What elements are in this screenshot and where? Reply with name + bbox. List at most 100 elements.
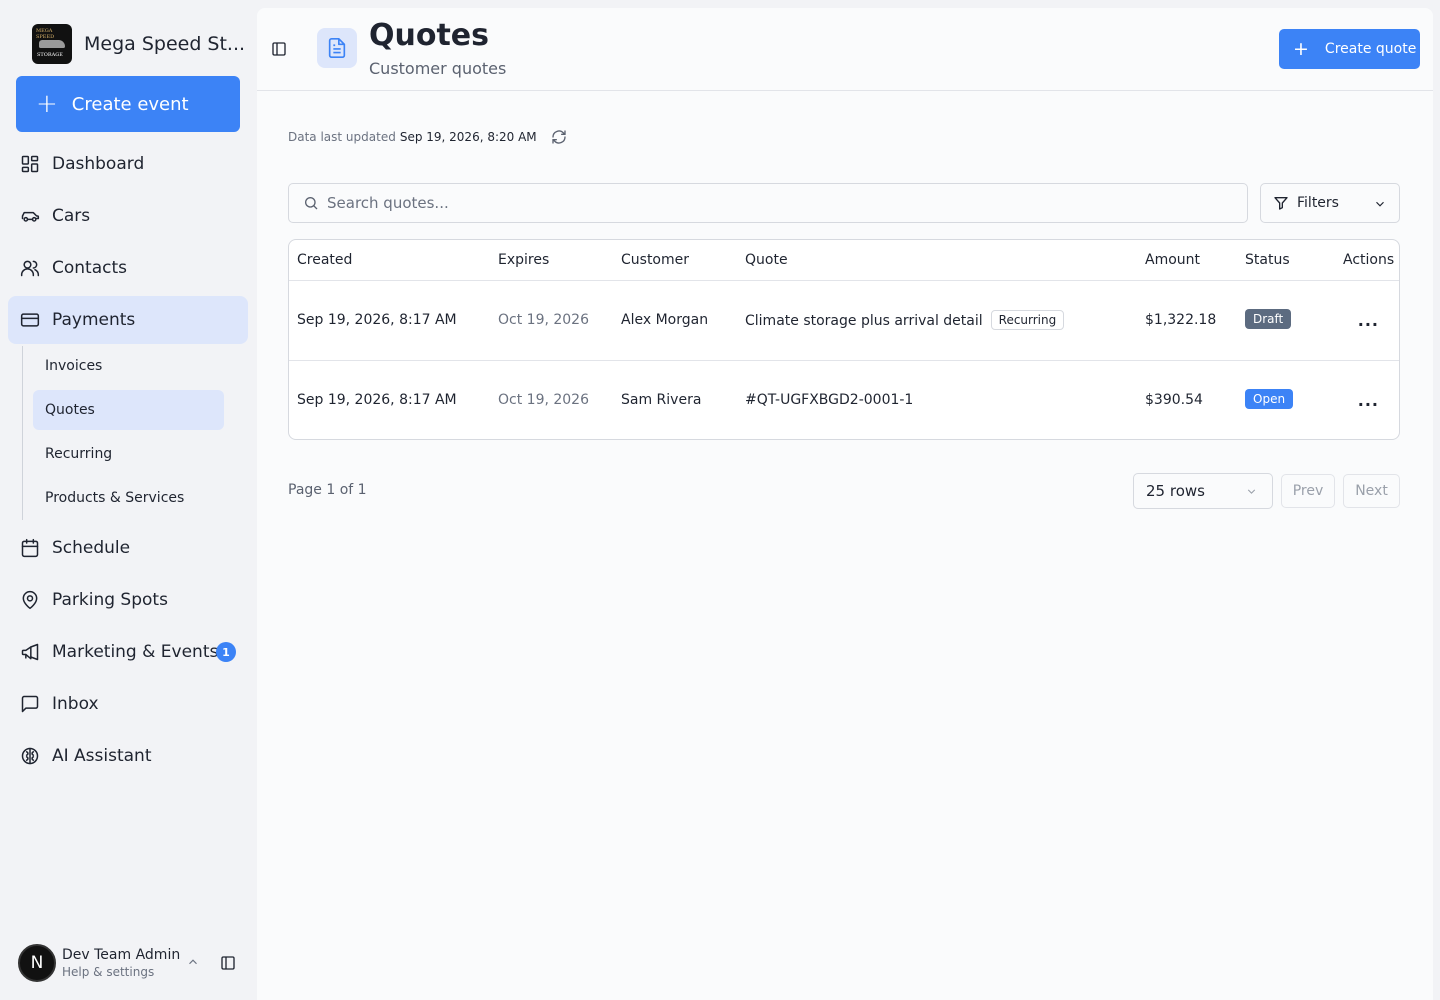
map-pin-icon xyxy=(22,590,38,610)
more-actions-button[interactable]: ... xyxy=(1358,391,1379,410)
document-icon-badge xyxy=(317,28,357,68)
cell-amount: $1,322.18 xyxy=(1145,312,1217,328)
search-icon xyxy=(305,197,318,210)
rows-per-page-value: 25 rows xyxy=(1146,482,1205,500)
car-icon xyxy=(21,211,40,222)
page-title: Quotes xyxy=(369,18,490,53)
avatar: N xyxy=(18,944,56,982)
rows-per-page-select[interactable]: 25 rows xyxy=(1133,473,1273,509)
sidebar-item-label: Marketing & Events xyxy=(52,642,219,662)
message-square-icon xyxy=(21,695,39,713)
column-header-status[interactable]: Status xyxy=(1245,252,1290,268)
cell-expires: Oct 19, 2026 xyxy=(498,392,589,408)
last-updated-timestamp: Sep 19, 2026, 8:20 AM xyxy=(399,130,537,144)
plus-icon: + xyxy=(1293,37,1309,60)
create-quote-button[interactable]: + Create quote xyxy=(1279,29,1420,69)
sidebar-item-label: Cars xyxy=(52,206,91,226)
cell-created: Sep 19, 2026, 8:17 AM xyxy=(297,392,457,408)
brand-logo: MEGA SPEED STORAGE xyxy=(32,24,72,64)
user-subtitle: Help & settings xyxy=(62,965,155,979)
cell-customer: Alex Morgan xyxy=(621,312,709,328)
sidebar-toggle-icon[interactable] xyxy=(220,955,236,971)
sidebar-item-contacts[interactable]: Contacts xyxy=(8,244,248,292)
filters-dropdown[interactable]: Filters xyxy=(1260,183,1400,223)
filter-icon xyxy=(1274,197,1288,210)
recurring-tag: Recurring xyxy=(990,310,1065,330)
subnav-item-invoices[interactable]: Invoices xyxy=(33,346,224,386)
brand-name: Mega Speed St... xyxy=(84,33,246,55)
column-header-customer[interactable]: Customer xyxy=(621,252,689,268)
sidebar-item-label: Schedule xyxy=(52,538,131,558)
sidebar-item-label: Contacts xyxy=(52,258,127,278)
panel-toggle-icon[interactable] xyxy=(271,41,287,57)
cell-created: Sep 19, 2026, 8:17 AM xyxy=(297,312,457,328)
next-page-button[interactable]: Next xyxy=(1343,474,1400,508)
sidebar-item-label: Dashboard xyxy=(52,154,145,174)
cell-amount: $390.54 xyxy=(1145,392,1203,408)
status-badge: Draft xyxy=(1245,309,1292,329)
megaphone-icon xyxy=(21,643,39,661)
sidebar-item-inbox[interactable]: Inbox xyxy=(8,680,248,728)
quotes-table: Created Expires Customer Quote Amount St… xyxy=(288,239,1400,440)
chevron-down-icon xyxy=(1247,489,1256,494)
cell-quote: Climate storage plus arrival detail Recur… xyxy=(745,310,1065,331)
table-row[interactable]: Sep 19, 2026, 8:17 AM Oct 19, 2026 Sam R… xyxy=(289,361,1399,439)
subnav-divider xyxy=(22,346,23,520)
brand-logo-text-bottom: STORAGE xyxy=(37,52,63,58)
column-header-quote[interactable]: Quote xyxy=(745,252,788,268)
sidebar-item-schedule[interactable]: Schedule xyxy=(8,524,248,572)
page-info: Page 1 of 1 xyxy=(288,482,367,498)
subnav-item-recurring[interactable]: Recurring xyxy=(33,434,224,474)
more-actions-button[interactable]: ... xyxy=(1358,311,1379,330)
cell-expires: Oct 19, 2026 xyxy=(498,312,589,328)
prev-page-button[interactable]: Prev xyxy=(1281,474,1335,508)
create-event-label: Create event xyxy=(71,93,189,115)
sidebar-item-parking-spots[interactable]: Parking Spots xyxy=(8,576,248,624)
page-subtitle: Customer quotes xyxy=(369,59,507,78)
table-header-row: Created Expires Customer Quote Amount St… xyxy=(289,240,1399,281)
document-icon xyxy=(328,38,346,58)
column-header-amount[interactable]: Amount xyxy=(1145,252,1200,268)
brand[interactable]: MEGA SPEED STORAGE Mega Speed St... xyxy=(32,24,245,64)
status-badge: Open xyxy=(1245,389,1294,409)
subnav-item-quotes[interactable]: Quotes xyxy=(33,390,224,430)
page-header: Quotes Customer quotes + Create quote xyxy=(257,8,1433,91)
create-event-button[interactable]: + Create event xyxy=(16,76,240,132)
search-box[interactable] xyxy=(288,183,1248,223)
sidebar-item-label: Parking Spots xyxy=(52,590,168,610)
chevron-up-icon[interactable] xyxy=(186,955,200,969)
car-silhouette xyxy=(39,40,65,48)
table-row[interactable]: Sep 19, 2026, 8:17 AM Oct 19, 2026 Alex … xyxy=(289,281,1399,361)
sidebar-item-payments[interactable]: Payments xyxy=(8,296,248,344)
sidebar: MEGA SPEED STORAGE Mega Speed St... + Cr… xyxy=(0,0,256,1000)
user-name: Dev Team Admin xyxy=(62,947,181,963)
sidebar-item-dashboard[interactable]: Dashboard xyxy=(8,140,248,188)
column-header-actions: Actions xyxy=(1343,252,1395,268)
sidebar-item-label: Payments xyxy=(52,310,136,330)
sidebar-item-label: AI Assistant xyxy=(52,746,152,766)
contacts-icon xyxy=(20,260,40,277)
plus-icon: + xyxy=(36,89,58,119)
cell-quote: #QT-UGFXBGD2-0001-1 xyxy=(745,392,914,408)
column-header-expires[interactable]: Expires xyxy=(498,252,549,268)
sidebar-item-label: Inbox xyxy=(52,694,99,714)
filters-label: Filters xyxy=(1297,195,1339,211)
sidebar-item-cars[interactable]: Cars xyxy=(8,192,248,240)
credit-card-icon xyxy=(20,313,40,327)
column-header-created[interactable]: Created xyxy=(297,252,352,268)
user-menu[interactable]: N Dev Team Admin Help & settings xyxy=(18,943,248,983)
cell-customer: Sam Rivera xyxy=(621,392,702,408)
search-input[interactable] xyxy=(327,194,1227,212)
last-updated: Data last updated Sep 19, 2026, 8:20 AM xyxy=(288,129,567,145)
refresh-icon[interactable] xyxy=(551,129,567,145)
brand-logo-text-top: MEGA SPEED xyxy=(36,28,55,40)
subnav-item-products-services[interactable]: Products & Services xyxy=(33,478,224,518)
brain-icon xyxy=(21,747,39,765)
sidebar-item-marketing-events[interactable]: Marketing & Events 1 xyxy=(8,628,248,676)
dashboard-icon xyxy=(21,155,39,173)
chevron-down-icon xyxy=(1376,201,1384,207)
create-quote-label: Create quote xyxy=(1324,41,1417,57)
quote-title: Climate storage plus arrival detail xyxy=(745,313,983,329)
main-content: Quotes Customer quotes + Create quote Da… xyxy=(257,8,1433,1000)
sidebar-item-ai-assistant[interactable]: AI Assistant xyxy=(8,732,248,780)
